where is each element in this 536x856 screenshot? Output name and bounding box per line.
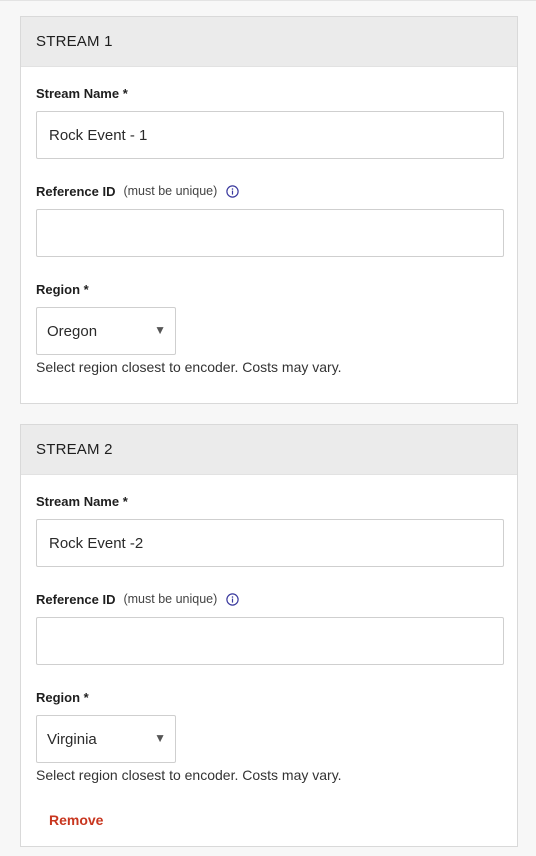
region-helper-text: Select region closest to encoder. Costs … [36, 359, 342, 375]
info-icon[interactable] [226, 184, 239, 198]
remove-stream-button[interactable]: Remove [49, 812, 103, 828]
reference-id-hint: (must be unique) [123, 592, 218, 606]
stream-name-input[interactable] [36, 519, 504, 567]
region-helper-text: Select region closest to encoder. Costs … [36, 767, 342, 783]
stream-settings-page: STREAM 1 Stream Name * Reference ID (mus… [0, 0, 536, 856]
region-selected-value: Oregon [47, 322, 98, 340]
stream-name-label-row: Stream Name * [36, 492, 502, 510]
reference-id-hint: (must be unique) [123, 184, 218, 198]
region-label-row: Region * [36, 688, 502, 706]
region-label-row: Region * [36, 280, 502, 298]
reference-id-label: Reference ID [36, 591, 116, 607]
stream-name-label: Stream Name * [36, 85, 128, 101]
reference-id-label: Reference ID [36, 183, 116, 199]
stream-card-header: STREAM 1 [21, 17, 517, 67]
region-selected-value: Virginia [47, 730, 97, 748]
region-select[interactable]: Oregon ▼ [36, 307, 176, 355]
region-select[interactable]: Virginia ▼ [36, 715, 176, 763]
stream-name-input[interactable] [36, 111, 504, 159]
stream-card-1: STREAM 1 Stream Name * Reference ID (mus… [20, 16, 518, 404]
top-divider [0, 0, 536, 1]
triangle-down-icon: ▼ [154, 731, 166, 745]
reference-id-input[interactable] [36, 209, 504, 257]
reference-id-label-row: Reference ID (must be unique) [36, 590, 502, 608]
reference-id-label-row: Reference ID (must be unique) [36, 182, 502, 200]
triangle-down-icon: ▼ [154, 323, 166, 337]
region-label: Region * [36, 281, 89, 297]
stream-card-header: STREAM 2 [21, 425, 517, 475]
reference-id-input[interactable] [36, 617, 504, 665]
stream-card-2: STREAM 2 Stream Name * Reference ID (mus… [20, 424, 518, 847]
stream-name-label-row: Stream Name * [36, 84, 502, 102]
info-icon[interactable] [226, 592, 239, 606]
region-label: Region * [36, 689, 89, 705]
stream-name-label: Stream Name * [36, 493, 128, 509]
